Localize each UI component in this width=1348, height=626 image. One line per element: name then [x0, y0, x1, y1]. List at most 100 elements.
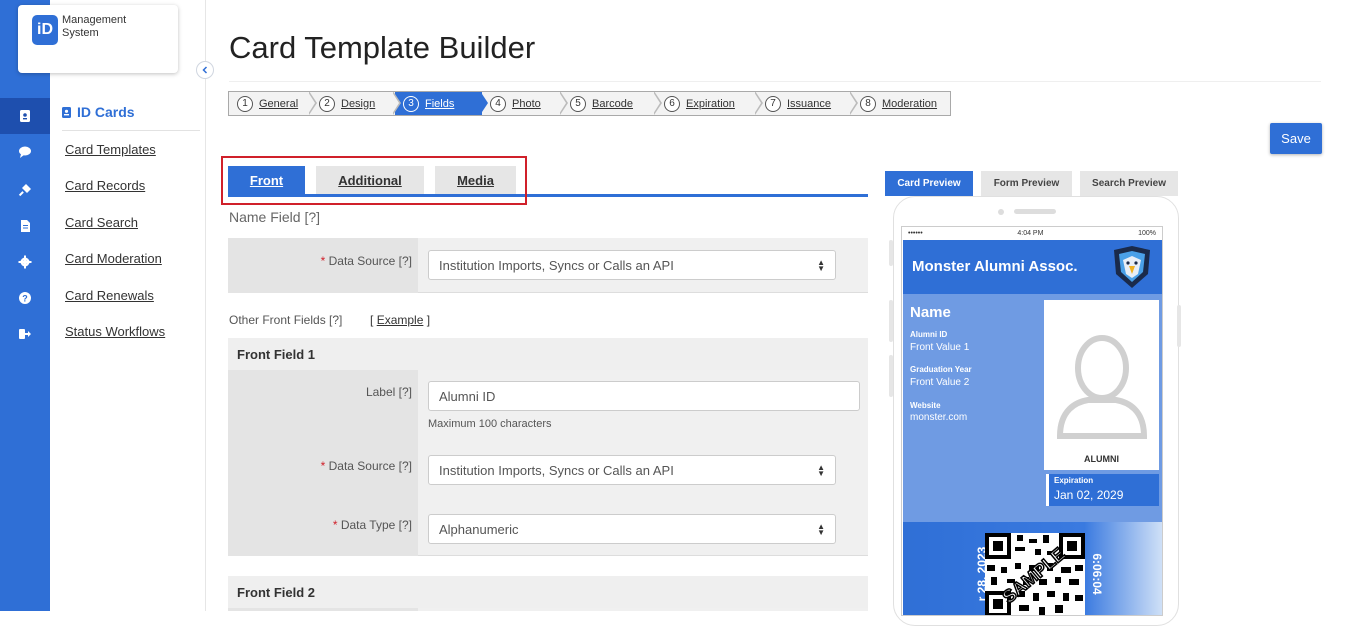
logo-badge: iD	[32, 15, 58, 45]
card-organization: Monster Alumni Assoc.	[912, 258, 1078, 275]
step-label: Design	[341, 97, 376, 110]
phone-side-button	[889, 355, 893, 397]
collapse-sidebar-button[interactable]	[196, 61, 214, 79]
status-bar: •••••• 4:04 PM 100%	[902, 227, 1162, 239]
card-field-1-label: Alumni ID	[910, 330, 948, 339]
phone-screen: •••••• 4:04 PM 100% Monster Alumni Assoc…	[901, 226, 1163, 616]
other-front-fields-label: Other Front Fields [?]	[229, 313, 343, 327]
step-number: 8	[860, 95, 876, 112]
step-label: Barcode	[592, 97, 633, 110]
svg-text:?: ?	[22, 294, 28, 304]
expiration-box: Expiration Jan 02, 2029	[1046, 474, 1159, 506]
step-label: Moderation	[882, 97, 938, 110]
select-caret-icon: ▲ ▼	[817, 258, 825, 273]
phone-speaker	[1014, 209, 1056, 214]
highlight-box	[221, 156, 527, 205]
sidebar-heading-label: ID Cards	[77, 104, 135, 120]
page-title: Card Template Builder	[229, 30, 536, 65]
step-number: 2	[319, 95, 335, 112]
card-field-1-value: Front Value 1	[910, 342, 970, 353]
chevron-left-icon	[202, 66, 208, 74]
save-button[interactable]: Save	[1270, 123, 1322, 154]
card-field-3-label: Website	[910, 401, 941, 410]
secondary-sidebar: ID Cards Card Templates Card Records Car…	[50, 0, 206, 611]
front-field-1-panel: Label [?] Alumni ID Maximum 100 characte…	[228, 370, 868, 556]
expiration-value: Jan 02, 2029	[1054, 488, 1124, 502]
photo-placeholder	[1044, 300, 1159, 470]
qr-code: SAMPLE	[985, 533, 1085, 615]
phone-side-button	[1177, 305, 1181, 347]
select-value: Alphanumeric	[439, 521, 519, 537]
chat-icon[interactable]	[0, 134, 50, 170]
step-label: Expiration	[686, 97, 735, 110]
sidebar-item-card-templates[interactable]: Card Templates	[65, 142, 156, 157]
user-silhouette-icon	[1056, 335, 1148, 439]
gear-icon[interactable]	[0, 244, 50, 280]
logout-icon[interactable]	[0, 316, 50, 352]
select-caret-icon: ▲ ▼	[817, 522, 825, 537]
step-number: 1	[237, 95, 253, 112]
phone-camera	[998, 209, 1004, 215]
sidebar-item-card-records[interactable]: Card Records	[65, 178, 145, 193]
icon-rail: ?	[0, 0, 50, 611]
card-preview-tab[interactable]: Card Preview	[885, 171, 973, 196]
field-1-data-source-select[interactable]: Institution Imports, Syncs or Calls an A…	[428, 455, 836, 485]
qr-code-graphic: SAMPLE	[985, 533, 1085, 615]
sidebar-item-card-search[interactable]: Card Search	[65, 215, 138, 230]
sidebar-item-card-renewals[interactable]: Card Renewals	[65, 288, 154, 303]
label-input[interactable]: Alumni ID	[428, 381, 860, 411]
example-link-wrapper: [ Example ]	[370, 313, 431, 327]
name-data-source-select[interactable]: Institution Imports, Syncs or Calls an A…	[428, 250, 836, 280]
step-label: Issuance	[787, 97, 832, 110]
issue-time-vertical: 6:06:04	[1090, 553, 1104, 595]
sidebar-item-status-workflows[interactable]: Status Workflows	[65, 324, 165, 339]
eagle-mascot-icon	[1114, 246, 1150, 288]
step-wizard: 1 General 2 Design 3 Fields 4 Photo 5 Barcode…	[228, 91, 951, 116]
card-field-3-value: monster.com	[910, 412, 968, 423]
step-label: General	[259, 97, 299, 110]
help-icon[interactable]: ?	[0, 280, 50, 316]
search-preview-tab[interactable]: Search Preview	[1080, 171, 1178, 196]
title-divider	[229, 81, 1321, 82]
step-moderation[interactable]: 8 Moderation	[852, 92, 950, 115]
document-icon[interactable]	[0, 208, 50, 244]
select-caret-icon: ▲ ▼	[817, 463, 825, 478]
step-number: 7	[765, 95, 781, 112]
brand-logo[interactable]: iD Management System	[18, 5, 178, 73]
step-photo[interactable]: 4 Photo	[482, 92, 568, 115]
field-1-data-type-select[interactable]: Alphanumeric ▲ ▼	[428, 514, 836, 544]
step-label: Fields	[425, 97, 455, 110]
step-barcode[interactable]: 5 Barcode	[562, 92, 662, 115]
status-time: 4:04 PM	[1017, 229, 1044, 237]
label-hint: Maximum 100 characters	[428, 418, 552, 430]
data-type-label: * Data Type [?]	[332, 518, 412, 532]
example-link[interactable]: Example	[377, 313, 424, 327]
front-field-2-header: Front Field 2	[228, 576, 868, 608]
name-field-title: Name Field [?]	[229, 209, 321, 225]
step-fields[interactable]: 3 Fields	[395, 92, 488, 115]
battery-indicator: 100%	[1138, 229, 1156, 237]
name-field-panel: * Data Source [?] Institution Imports, S…	[228, 238, 868, 293]
step-label: Photo	[512, 97, 541, 110]
step-number: 4	[490, 95, 506, 112]
data-source-label: * Data Source [?]	[320, 459, 412, 473]
id-card-icon[interactable]	[0, 98, 50, 134]
sidebar-item-card-moderation[interactable]: Card Moderation	[65, 251, 162, 266]
logo-line-1: Management	[62, 14, 127, 26]
plug-icon[interactable]	[0, 172, 50, 208]
phone-side-button	[889, 240, 893, 266]
card-header: Monster Alumni Assoc.	[903, 240, 1162, 294]
step-expiration[interactable]: 6 Expiration	[656, 92, 763, 115]
step-design[interactable]: 2 Design	[311, 92, 401, 115]
step-number: 5	[570, 95, 586, 112]
step-issuance[interactable]: 7 Issuance	[757, 92, 858, 115]
form-preview-tab[interactable]: Form Preview	[981, 171, 1072, 196]
step-general[interactable]: 1 General	[229, 92, 317, 115]
front-field-1-header: Front Field 1	[228, 338, 868, 370]
select-value: Institution Imports, Syncs or Calls an A…	[439, 257, 674, 273]
logo-text: Management System	[62, 14, 126, 40]
photo-caption: ALUMNI	[1084, 454, 1119, 464]
phone-side-button	[889, 300, 893, 342]
logo-line-2: System	[62, 27, 99, 39]
card-field-2-label: Graduation Year	[910, 365, 972, 374]
